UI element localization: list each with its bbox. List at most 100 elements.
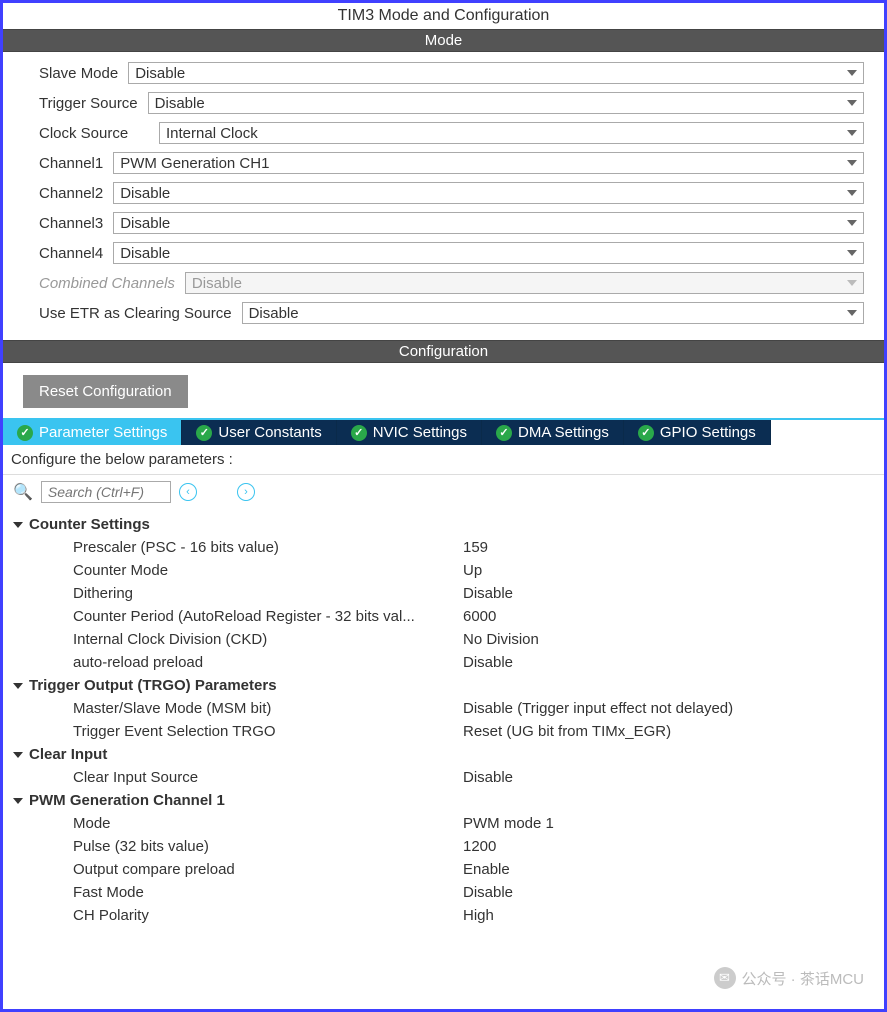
channel4-value: Disable [120, 245, 847, 262]
param-label: Clear Input Source [73, 769, 463, 786]
param-label: Internal Clock Division (CKD) [73, 631, 463, 648]
tab-label: NVIC Settings [373, 424, 467, 441]
chevron-down-icon [847, 70, 857, 76]
param-row[interactable]: Clear Input SourceDisable [13, 766, 874, 789]
param-row[interactable]: Trigger Event Selection TRGOReset (UG bi… [13, 720, 874, 743]
chevron-down-icon [13, 798, 23, 804]
param-row[interactable]: auto-reload preloadDisable [13, 651, 874, 674]
tab-label: User Constants [218, 424, 321, 441]
check-icon: ✓ [196, 425, 212, 441]
param-row[interactable]: Prescaler (PSC - 16 bits value)159 [13, 536, 874, 559]
channel4-select[interactable]: Disable [113, 242, 864, 264]
channel4-label: Channel4 [39, 245, 103, 262]
clock-source-select[interactable]: Internal Clock [159, 122, 864, 144]
param-value: 1200 [463, 838, 874, 855]
watermark-text: 公众号 · 茶话MCU [742, 968, 865, 989]
param-value: Disable (Trigger input effect not delaye… [463, 700, 874, 717]
channel1-value: PWM Generation CH1 [120, 155, 847, 172]
param-label: Dithering [73, 585, 463, 602]
chevron-down-icon [847, 100, 857, 106]
use-etr-label: Use ETR as Clearing Source [39, 305, 232, 322]
group-title: Clear Input [29, 746, 107, 763]
group-title: PWM Generation Channel 1 [29, 792, 225, 809]
chevron-down-icon [13, 683, 23, 689]
tab-dma-settings[interactable]: ✓ DMA Settings [482, 420, 624, 445]
param-row[interactable]: Internal Clock Division (CKD)No Division [13, 628, 874, 651]
tab-gpio-settings[interactable]: ✓GPIO Settings [624, 420, 771, 445]
section-header-mode: Mode [3, 29, 884, 52]
group-trgo[interactable]: Trigger Output (TRGO) Parameters [13, 674, 874, 697]
param-value: Disable [463, 585, 874, 602]
param-value: Disable [463, 884, 874, 901]
param-label: Mode [73, 815, 463, 832]
trigger-source-value: Disable [155, 95, 847, 112]
group-pwm-ch1[interactable]: PWM Generation Channel 1 [13, 789, 874, 812]
group-clear-input[interactable]: Clear Input [13, 743, 874, 766]
param-label: auto-reload preload [73, 654, 463, 671]
param-label: Output compare preload [73, 861, 463, 878]
chevron-down-icon [847, 220, 857, 226]
channel1-label: Channel1 [39, 155, 103, 172]
param-label: Master/Slave Mode (MSM bit) [73, 700, 463, 717]
param-value: Reset (UG bit from TIMx_EGR) [463, 723, 874, 740]
chevron-down-icon [13, 752, 23, 758]
channel2-label: Channel2 [39, 185, 103, 202]
combined-channels-value: Disable [192, 275, 847, 292]
param-row[interactable]: ModePWM mode 1 [13, 812, 874, 835]
chevron-down-icon [847, 310, 857, 316]
reset-configuration-button[interactable]: Reset Configuration [23, 375, 188, 408]
check-icon: ✓ [638, 425, 654, 441]
slave-mode-select[interactable]: Disable [128, 62, 864, 84]
channel3-value: Disable [120, 215, 847, 232]
param-value: High [463, 907, 874, 924]
param-row[interactable]: Pulse (32 bits value)1200 [13, 835, 874, 858]
use-etr-value: Disable [249, 305, 847, 322]
param-label: Pulse (32 bits value) [73, 838, 463, 855]
param-value: 6000 [463, 608, 874, 625]
channel1-select[interactable]: PWM Generation CH1 [113, 152, 864, 174]
channel3-select[interactable]: Disable [113, 212, 864, 234]
param-value: No Division [463, 631, 874, 648]
param-row[interactable]: Counter Period (AutoReload Register - 32… [13, 605, 874, 628]
param-label: Counter Period (AutoReload Register - 32… [73, 608, 463, 625]
tab-user-constants[interactable]: ✓ User Constants [182, 420, 336, 445]
clock-source-label: Clock Source [39, 125, 149, 142]
channel2-select[interactable]: Disable [113, 182, 864, 204]
configure-instruction: Configure the below parameters : [3, 445, 884, 475]
tab-parameter-settings[interactable]: ✓Parameter Settings [3, 420, 182, 445]
trigger-source-label: Trigger Source [39, 95, 138, 112]
param-value: 159 [463, 539, 874, 556]
tab-nvic-settings[interactable]: ✓NVIC Settings [337, 420, 482, 445]
param-label: CH Polarity [73, 907, 463, 924]
watermark: ✉ 公众号 · 茶话MCU [714, 967, 865, 989]
param-value: Disable [463, 769, 874, 786]
combined-channels-select: Disable [185, 272, 864, 294]
search-input[interactable] [41, 481, 171, 503]
check-icon: ✓ [496, 425, 512, 441]
trigger-source-select[interactable]: Disable [148, 92, 864, 114]
group-title: Counter Settings [29, 516, 150, 533]
param-value: Enable [463, 861, 874, 878]
combined-channels-label: Combined Channels [39, 275, 175, 292]
param-row[interactable]: CH PolarityHigh [13, 904, 874, 927]
mode-settings-block: Slave Mode Disable Trigger Source Disabl… [3, 52, 884, 340]
param-row[interactable]: Master/Slave Mode (MSM bit)Disable (Trig… [13, 697, 874, 720]
tab-label: Parameter Settings [39, 424, 167, 441]
param-value: Up [463, 562, 874, 579]
next-result-button[interactable]: › [237, 483, 255, 501]
param-row[interactable]: DitheringDisable [13, 582, 874, 605]
channel3-label: Channel3 [39, 215, 103, 232]
param-row[interactable]: Counter ModeUp [13, 559, 874, 582]
param-label: Prescaler (PSC - 16 bits value) [73, 539, 463, 556]
param-row[interactable]: Output compare preloadEnable [13, 858, 874, 881]
use-etr-select[interactable]: Disable [242, 302, 864, 324]
group-counter-settings[interactable]: Counter Settings [13, 513, 874, 536]
wechat-icon: ✉ [714, 967, 736, 989]
param-label: Counter Mode [73, 562, 463, 579]
chevron-down-icon [847, 280, 857, 286]
chevron-down-icon [847, 190, 857, 196]
prev-result-button[interactable]: ‹ [179, 483, 197, 501]
clock-source-value: Internal Clock [166, 125, 847, 142]
tab-label: DMA Settings [518, 424, 609, 441]
param-row[interactable]: Fast ModeDisable [13, 881, 874, 904]
